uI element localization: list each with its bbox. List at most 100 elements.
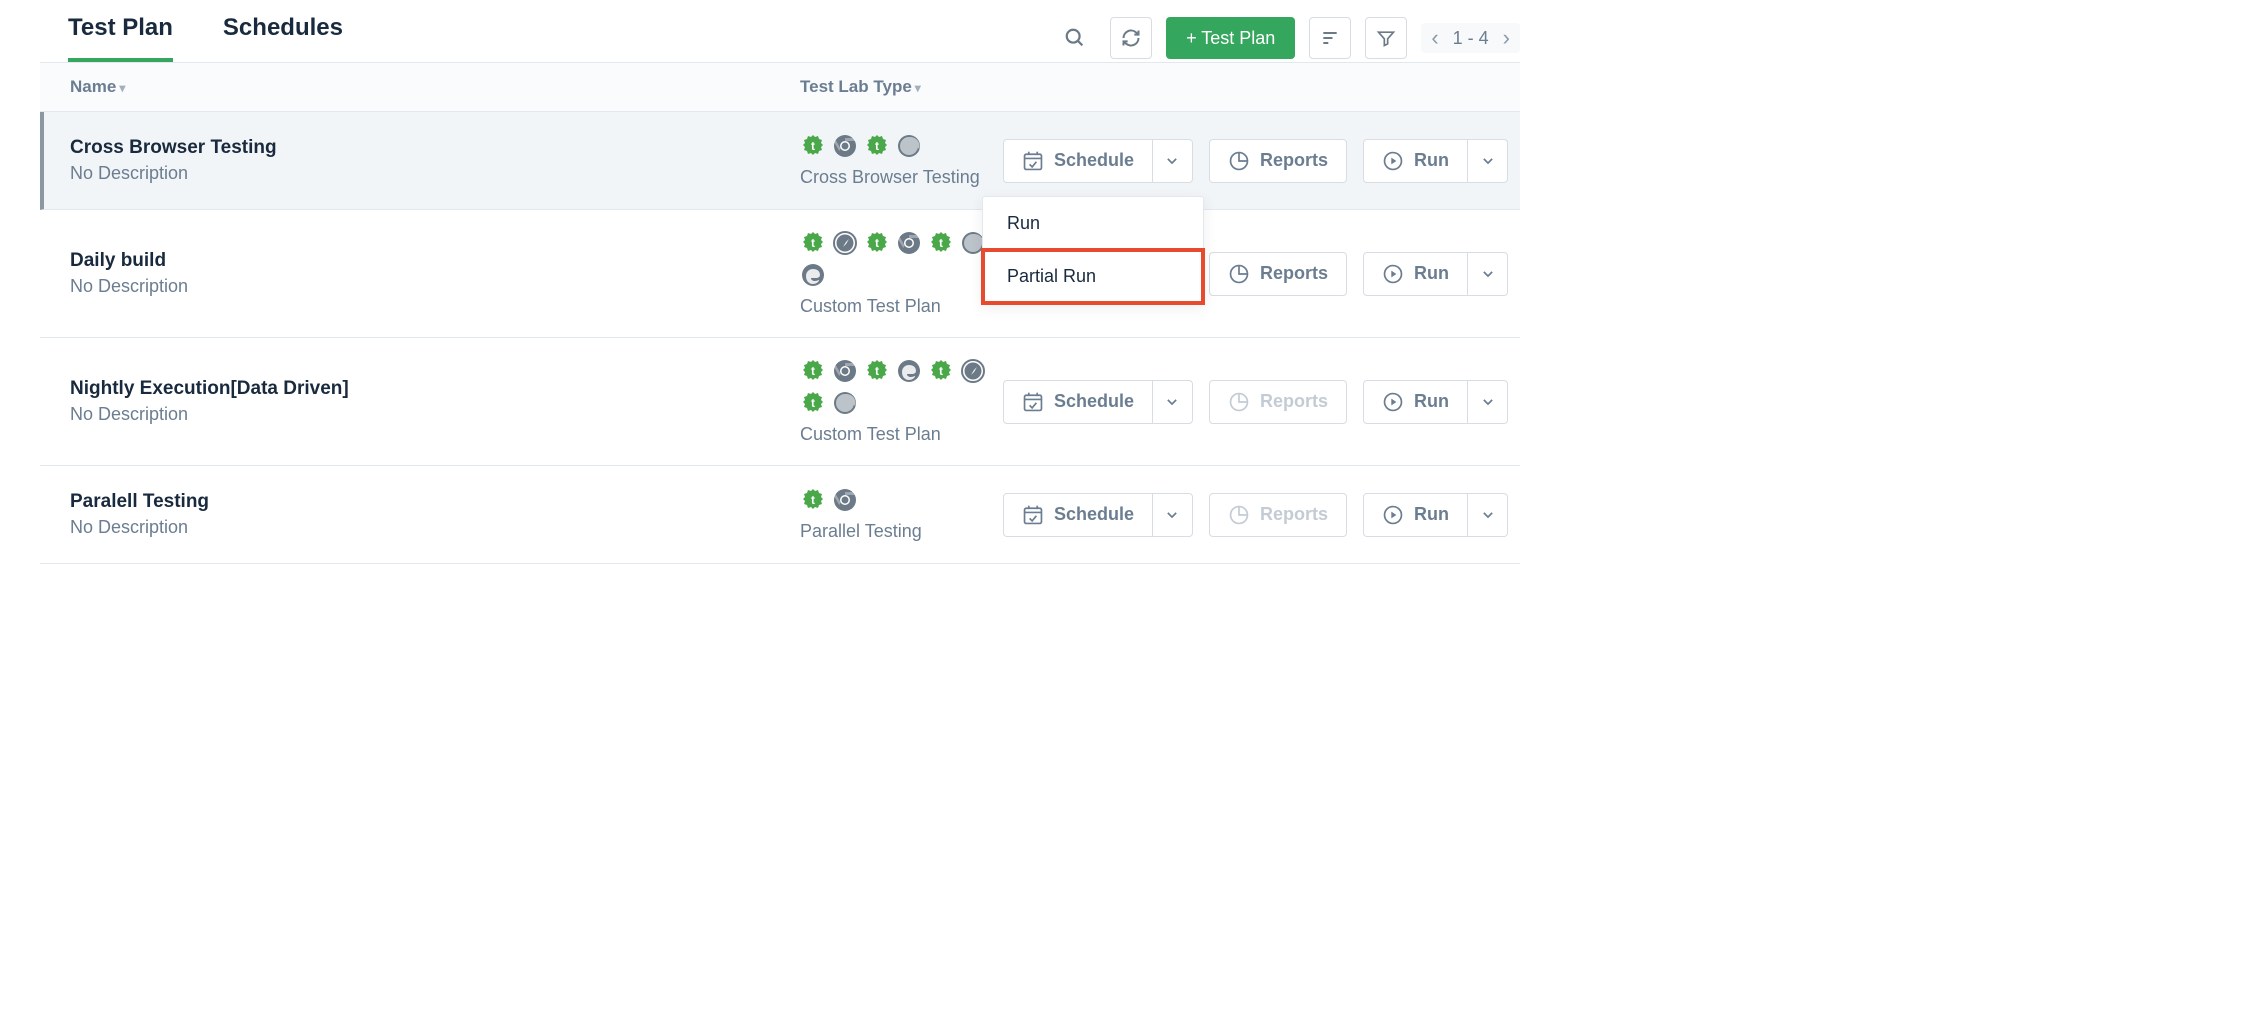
run-caret[interactable] xyxy=(1468,380,1508,424)
row-actions: Schedule Reports Run xyxy=(1003,493,1520,537)
sort-icon[interactable] xyxy=(1309,17,1351,59)
row-actions: Schedule Reports Run xyxy=(1003,380,1520,424)
plan-desc: No Description xyxy=(70,276,800,297)
schedule-group: Schedule xyxy=(1003,380,1193,424)
run-label: Run xyxy=(1414,391,1449,412)
chevron-down-icon xyxy=(1479,393,1497,411)
column-lab-type[interactable]: Test Lab Type▾ xyxy=(800,77,1520,97)
run-button[interactable]: Run xyxy=(1363,380,1468,424)
run-button[interactable]: Run xyxy=(1363,139,1468,183)
plan-desc: No Description xyxy=(70,163,800,184)
run-caret[interactable] xyxy=(1468,493,1508,537)
run-group: Run xyxy=(1363,380,1508,424)
plan-cell: Daily build No Description xyxy=(70,250,800,297)
schedule-label: Schedule xyxy=(1054,504,1134,525)
pager: ‹ 1 - 4 › xyxy=(1421,23,1520,53)
run-button[interactable]: Run xyxy=(1363,493,1468,537)
table-row[interactable]: Paralell TestingNo DescriptionParallel T… xyxy=(40,466,1520,564)
sort-indicator-icon: ▾ xyxy=(119,81,125,95)
chrome-icon xyxy=(832,133,858,159)
run-label: Run xyxy=(1414,150,1449,171)
schedule-caret[interactable] xyxy=(1153,380,1193,424)
plan-cell: Cross Browser Testing No Description xyxy=(70,137,800,184)
safari-icon xyxy=(960,358,986,384)
reports-label: Reports xyxy=(1260,504,1328,525)
run-button[interactable]: Run xyxy=(1363,252,1468,296)
add-test-plan-button[interactable]: + Test Plan xyxy=(1166,17,1295,59)
run-caret[interactable] xyxy=(1468,252,1508,296)
pager-prev[interactable]: ‹ xyxy=(1431,27,1438,49)
run-label: Run xyxy=(1414,263,1449,284)
ts-green-icon xyxy=(864,133,890,159)
schedule-group: Schedule xyxy=(1003,493,1193,537)
chevron-down-icon xyxy=(1479,506,1497,524)
plan-desc: No Description xyxy=(70,404,800,425)
schedule-caret[interactable] xyxy=(1153,139,1193,183)
chevron-down-icon xyxy=(1163,393,1181,411)
plan-name[interactable]: Paralell Testing xyxy=(70,491,800,513)
refresh-icon[interactable] xyxy=(1110,17,1152,59)
chrome-icon xyxy=(896,230,922,256)
topbar: Test Plan Schedules + Test Plan ‹ 1 - 4 … xyxy=(40,0,1520,62)
lab-icons xyxy=(800,133,980,159)
reports-label: Reports xyxy=(1260,263,1328,284)
table-header: Name▾ Test Lab Type▾ xyxy=(40,62,1520,112)
run-label: Run xyxy=(1414,504,1449,525)
lab-cell: Parallel Testing xyxy=(800,487,922,542)
run-dropdown: RunPartial Run xyxy=(982,196,1204,304)
schedule-button[interactable]: Schedule xyxy=(1003,493,1153,537)
ts-green-icon xyxy=(800,358,826,384)
lab-cell: Custom Test Plan xyxy=(800,358,1003,445)
toolbar: + Test Plan ‹ 1 - 4 › xyxy=(1054,17,1520,59)
run-group: Run xyxy=(1363,139,1508,183)
ts-green-icon xyxy=(928,230,954,256)
schedule-label: Schedule xyxy=(1054,391,1134,412)
ts-green-icon xyxy=(864,230,890,256)
reports-button[interactable]: Reports xyxy=(1209,252,1347,296)
edge-icon xyxy=(896,358,922,384)
run-caret[interactable] xyxy=(1468,139,1508,183)
schedule-button[interactable]: Schedule xyxy=(1003,380,1153,424)
chevron-down-icon xyxy=(1479,265,1497,283)
ts-green-icon xyxy=(864,358,890,384)
pager-next[interactable]: › xyxy=(1503,27,1510,49)
tabs: Test Plan Schedules xyxy=(40,14,343,62)
reports-button[interactable]: Reports xyxy=(1209,139,1347,183)
run-group: Run xyxy=(1363,252,1508,296)
ts-green-icon xyxy=(800,487,826,513)
table-row[interactable]: Nightly Execution[Data Driven] No Descrip… xyxy=(40,338,1520,466)
column-lab-label: Test Lab Type xyxy=(800,77,912,96)
schedule-group: Schedule xyxy=(1003,139,1193,183)
chevron-down-icon xyxy=(1163,152,1181,170)
column-name-label: Name xyxy=(70,77,116,96)
tab-schedules[interactable]: Schedules xyxy=(223,14,343,62)
plan-name[interactable]: Daily build xyxy=(70,250,800,272)
table-row[interactable]: Daily buildNo DescriptionCustom Test Pla… xyxy=(40,210,1520,338)
search-icon[interactable] xyxy=(1054,17,1096,59)
safari-icon xyxy=(832,230,858,256)
column-name[interactable]: Name▾ xyxy=(70,77,800,97)
firefox-icon xyxy=(896,133,922,159)
lab-label: Cross Browser Testing xyxy=(800,167,980,188)
reports-label: Reports xyxy=(1260,391,1328,412)
plan-name[interactable]: Nightly Execution[Data Driven] xyxy=(70,378,800,400)
ts-green-icon xyxy=(800,133,826,159)
plan-name[interactable]: Cross Browser Testing xyxy=(70,137,800,159)
lab-label: Custom Test Plan xyxy=(800,424,1003,445)
reports-button: Reports xyxy=(1209,493,1347,537)
dropdown-item-partial-run[interactable]: Partial Run xyxy=(983,250,1203,303)
lab-icons xyxy=(800,487,922,513)
edge-icon xyxy=(800,262,826,288)
chrome-icon xyxy=(832,358,858,384)
dropdown-item-run[interactable]: Run xyxy=(983,197,1203,250)
chrome-icon xyxy=(832,487,858,513)
schedule-button[interactable]: Schedule xyxy=(1003,139,1153,183)
filter-icon[interactable] xyxy=(1365,17,1407,59)
sort-indicator-icon: ▾ xyxy=(915,81,921,95)
schedule-caret[interactable] xyxy=(1153,493,1193,537)
row-actions: Schedule Reports Run xyxy=(1003,139,1520,183)
schedule-label: Schedule xyxy=(1054,150,1134,171)
table-row[interactable]: Cross Browser TestingNo DescriptionCross… xyxy=(40,112,1520,210)
chevron-down-icon xyxy=(1479,152,1497,170)
tab-test-plan[interactable]: Test Plan xyxy=(68,14,173,62)
